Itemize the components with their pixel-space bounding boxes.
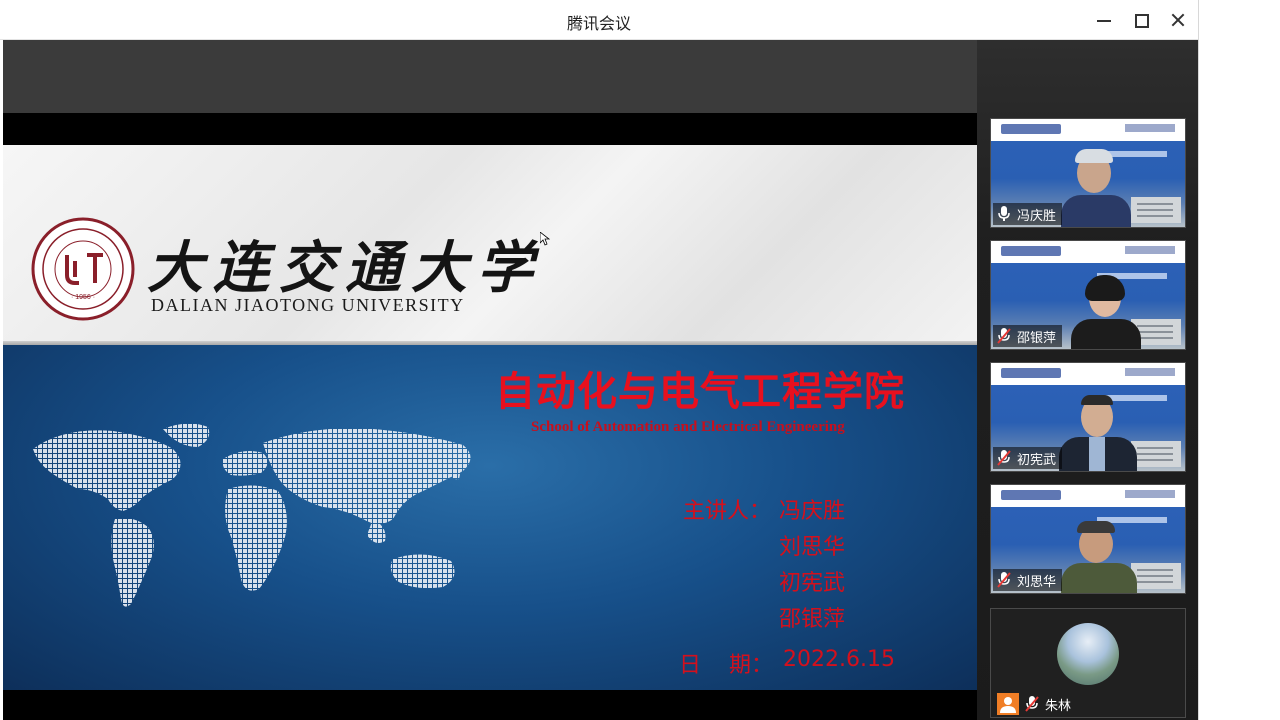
participant-tile[interactable]: 朱林 [990,608,1186,718]
mic-muted-icon [997,328,1011,344]
participant-video [1057,521,1141,593]
stage-top-bar [3,40,977,113]
window-titlebar: 腾讯会议 [0,0,1198,40]
participant-name-tag: 刘思华 [993,569,1063,591]
participant-name: 朱林 [1045,698,1072,714]
seal-year: · 1956 · [71,294,95,301]
presenter-name: 刘思华 [779,535,846,560]
participant-video-panel: 冯庆胜 邵银萍 初宪武 刘思华 朱林 [977,40,1198,720]
participant-name: 刘思华 [1017,574,1057,590]
slide-viewport: · 1956 · 大连交通大学 DALIAN JIAOTONG UNIVERSI… [3,113,977,720]
participant-name-tag: 朱林 [993,693,1077,715]
window-title: 腾讯会议 [566,14,631,33]
participant-name-tag: 冯庆胜 [993,203,1063,225]
window-edge [1198,0,1280,720]
avatar [1057,623,1119,685]
presentation-slide: · 1956 · 大连交通大学 DALIAN JIAOTONG UNIVERSI… [3,145,977,690]
participant-video [1053,393,1143,471]
participant-video [1057,147,1137,227]
participant-tile[interactable]: 邵银萍 [990,240,1186,350]
participant-tile[interactable]: 冯庆胜 [990,118,1186,228]
participant-name: 邵银萍 [1017,330,1057,346]
participant-name-tag: 邵银萍 [993,325,1063,347]
mic-muted-icon [1025,696,1039,712]
slide-header: · 1956 · 大连交通大学 DALIAN JIAOTONG UNIVERSI… [3,145,977,345]
presenter-name: 冯庆胜 [779,499,846,524]
participant-name: 初宪武 [1017,452,1057,468]
maximize-icon[interactable] [1128,7,1154,33]
date-label: 日 期： [679,653,773,678]
date-value: 2022.6.15 [783,647,895,672]
university-name-cn: 大连交通大学 [147,235,543,301]
minimize-icon[interactable] [1091,7,1117,33]
college-name-cn: 自动化与电气工程学院 [495,369,905,415]
shared-screen-area: · 1956 · 大连交通大学 DALIAN JIAOTONG UNIVERSI… [3,40,977,720]
university-name-en: DALIAN JIAOTONG UNIVERSITY [151,295,465,315]
participant-tile[interactable]: 刘思华 [990,484,1186,594]
participant-video [1071,275,1151,349]
mic-muted-icon [997,572,1011,588]
participant-tile[interactable]: 初宪武 [990,362,1186,472]
participant-name: 冯庆胜 [1017,208,1057,224]
presenter-label: 主讲人： [683,499,772,524]
university-seal-logo: · 1956 · [31,217,135,321]
presenter-name: 初宪武 [779,571,846,596]
mic-icon [998,206,1010,221]
mic-muted-icon [997,450,1011,466]
world-map-graphic [33,423,471,607]
user-icon [997,693,1019,715]
close-icon[interactable] [1165,7,1191,33]
mouse-cursor-icon [540,232,550,246]
presenter-name: 邵银萍 [779,607,846,632]
college-name-en: School of Automation and Electrical Engi… [531,419,845,435]
participant-name-tag: 初宪武 [993,447,1063,469]
slide-body: 自动化与电气工程学院 School of Automation and Elec… [3,345,977,690]
